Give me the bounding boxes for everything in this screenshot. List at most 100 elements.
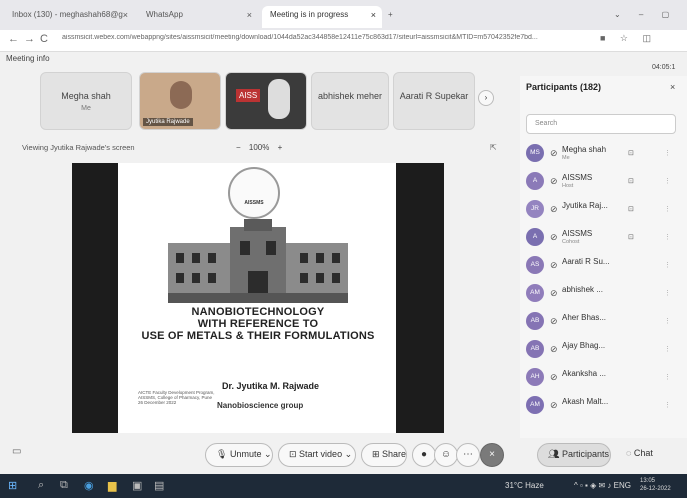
- chevron-right-icon[interactable]: ›: [478, 90, 494, 106]
- new-tab-icon[interactable]: +: [384, 6, 404, 28]
- zoom-out-button[interactable]: −: [236, 143, 241, 152]
- taskbar: ⊞ ⌕ ⧉ ◉ ▆ ▣ ▤ 31°C Haze ^ ▫ ▪ ◈ ✉ ♪ ENG …: [0, 474, 687, 498]
- close-icon[interactable]: ×: [371, 10, 376, 20]
- people-icon: 👥︎: [548, 449, 562, 459]
- audio-level-icon: ⋮: [664, 290, 671, 297]
- video-tile-abhishek[interactable]: abhishek meher: [311, 72, 389, 130]
- more-options-icon[interactable]: ⋯: [456, 443, 480, 467]
- tab-whatsapp[interactable]: WhatsApp ×: [138, 6, 258, 28]
- participant-row[interactable]: JR ⊘ Jyutika Raj... ⊡ ⋮: [526, 200, 681, 220]
- tile-sub: Me: [81, 105, 91, 112]
- app-icon[interactable]: ▤: [154, 479, 164, 492]
- mic-icon: 🎙︎: [216, 449, 230, 459]
- participants-button[interactable]: 👥︎ Participants: [537, 443, 611, 467]
- mic-muted-icon: ⊘: [550, 260, 558, 270]
- taskbar-clock[interactable]: 13:05 26-12-2022: [640, 477, 671, 493]
- participant-name: Akanksha ...: [562, 369, 607, 378]
- participant-row[interactable]: AM ⊘ Akash Malt... ⋮: [526, 396, 681, 416]
- participant-row[interactable]: AS ⊘ Aarati R Su... ⋮: [526, 256, 681, 276]
- mic-muted-icon: ⊘: [550, 288, 558, 298]
- search-icon[interactable]: ⌕: [38, 479, 44, 492]
- close-icon[interactable]: ×: [123, 10, 128, 20]
- participant-search-input[interactable]: Search: [526, 114, 676, 134]
- mic-muted-icon: ⊘: [550, 176, 558, 186]
- mic-muted-icon: ⊘: [550, 148, 558, 158]
- slide-group: Nanobioscience group: [217, 401, 304, 410]
- app-icon[interactable]: ▣: [132, 479, 142, 492]
- participants-title: Participants (182): [526, 82, 602, 92]
- video-tile-aarati[interactable]: Aarati R Supekar: [393, 72, 475, 130]
- window-controls-icon[interactable]: ⌄ – ▢: [610, 6, 680, 28]
- reload-icon[interactable]: C: [40, 33, 48, 45]
- avatar: AS: [526, 256, 544, 274]
- mic-muted-icon: ⊘: [550, 316, 558, 326]
- browser-actions-icon[interactable]: ■ ☆ ◫: [600, 33, 657, 44]
- weather-text[interactable]: 31°C Haze: [505, 481, 544, 490]
- participant-name: Jyutika Raj...: [562, 201, 608, 210]
- participant-row[interactable]: AB ⊘ Ajay Bhag... ⋮: [526, 340, 681, 360]
- close-panel-icon[interactable]: ×: [670, 82, 675, 92]
- meeting-info-link[interactable]: Meeting info: [6, 54, 50, 63]
- zoom-in-button[interactable]: +: [278, 143, 283, 152]
- video-tile-jyutika[interactable]: Jyutika Rajwade: [139, 72, 221, 130]
- leave-meeting-icon[interactable]: ×: [480, 443, 504, 467]
- participant-name: Ajay Bhag...: [562, 341, 606, 350]
- forward-icon[interactable]: →: [24, 33, 35, 45]
- file-explorer-icon[interactable]: ▆: [108, 479, 116, 492]
- start-video-button[interactable]: ⊡ Start video ⌄: [278, 443, 356, 467]
- participant-row[interactable]: AM ⊘ abhishek ... ⋮: [526, 284, 681, 304]
- mic-muted-icon: ⊘: [550, 232, 558, 242]
- participant-row[interactable]: MS ⊘ Megha shah Me ⊡ ⋮: [526, 144, 681, 164]
- avatar: A: [526, 172, 544, 190]
- record-icon[interactable]: ●: [412, 443, 436, 467]
- viewing-label: Viewing Jyutika Rajwade's screen: [22, 143, 135, 152]
- participant-row[interactable]: A ⊘ AISSMS Cohost ⊡ ⋮: [526, 228, 681, 248]
- avatar: A: [526, 228, 544, 246]
- share-icon: ⊞: [372, 449, 383, 459]
- captions-icon[interactable]: ▭: [12, 446, 21, 457]
- language-indicator[interactable]: ENG: [614, 481, 631, 490]
- video-tile-megha[interactable]: Megha shah Me: [40, 72, 132, 130]
- zoom-control: − 100% +: [236, 143, 282, 152]
- address-bar: ← → C aissmsicit.webex.com/webappng/site…: [0, 30, 687, 52]
- avatar: MS: [526, 144, 544, 162]
- task-view-icon[interactable]: ⧉: [60, 479, 68, 492]
- participant-row[interactable]: AB ⊘ Aher Bhas... ⋮: [526, 312, 681, 332]
- windows-start-icon[interactable]: ⊞: [8, 479, 17, 492]
- logo-text: AISSMS: [244, 200, 264, 206]
- device-icon: ⊡: [628, 178, 634, 185]
- tab-label: Meeting is in progress: [270, 10, 349, 19]
- tab-meeting[interactable]: Meeting is in progress ×: [262, 6, 382, 28]
- unmute-label: Unmute: [229, 449, 262, 459]
- close-icon[interactable]: ×: [247, 10, 252, 20]
- url-field[interactable]: aissmsicit.webex.com/webappng/sites/aiss…: [62, 34, 582, 48]
- video-tile-aissms[interactable]: AISS: [225, 72, 307, 130]
- participant-row[interactable]: AH ⊘ Akanksha ... ⋮: [526, 368, 681, 388]
- share-label: Share: [382, 449, 407, 459]
- tile-name: Aarati R Supekar: [399, 91, 469, 101]
- unmute-button[interactable]: 🎙︎ Unmute ⌄: [205, 443, 273, 467]
- system-tray: 31°C Haze ^ ▫ ▪ ◈ ✉ ♪ ENG: [505, 481, 631, 490]
- edge-icon[interactable]: ◉: [84, 479, 94, 492]
- tray-icons[interactable]: ^ ▫ ▪ ◈ ✉ ♪: [574, 481, 614, 490]
- participant-role: Cohost: [562, 239, 580, 245]
- audio-level-icon: ⋮: [664, 374, 671, 381]
- device-icon: ⊡: [628, 150, 634, 157]
- participants-label: Participants: [561, 449, 609, 459]
- back-icon[interactable]: ←: [8, 33, 19, 45]
- slide-author: Dr. Jyutika M. Rajwade: [222, 381, 320, 391]
- avatar: JR: [526, 200, 544, 218]
- college-building-image: [168, 219, 348, 303]
- slide-title: NANOBIOTECHNOLOGY WITH REFERENCE TO USE …: [112, 306, 404, 342]
- share-button[interactable]: ⊞ Share: [361, 443, 407, 467]
- meeting-timer: 04:05:1: [652, 64, 676, 71]
- chat-button[interactable]: ◌ Chat: [616, 443, 668, 467]
- pop-out-icon[interactable]: ⇱: [490, 143, 497, 152]
- tile-name: Jyutika Rajwade: [143, 118, 193, 126]
- start-video-label: Start video: [299, 449, 343, 459]
- tab-inbox[interactable]: Inbox (130) - meghashah68@g ×: [4, 6, 134, 28]
- avatar: AM: [526, 284, 544, 302]
- participant-row[interactable]: A ⊘ AISSMS Host ⊡ ⋮: [526, 172, 681, 192]
- reactions-icon[interactable]: ☺: [434, 443, 458, 467]
- avatar: AH: [526, 368, 544, 386]
